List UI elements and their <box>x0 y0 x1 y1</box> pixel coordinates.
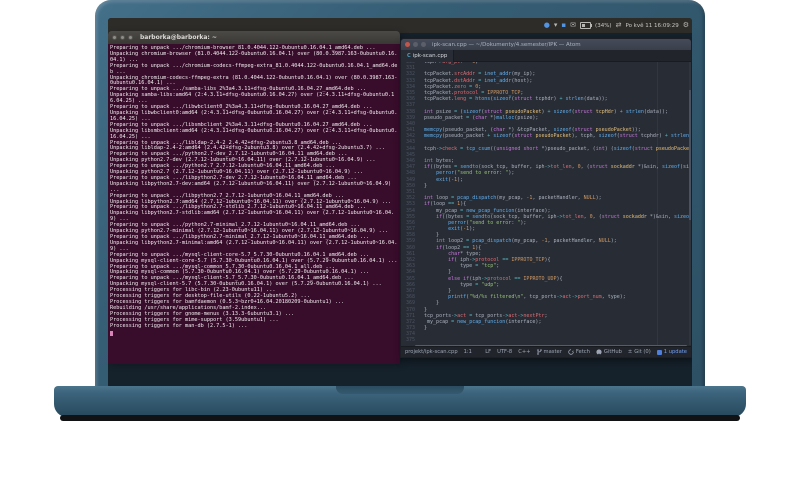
laptop-base <box>54 386 746 417</box>
status-fetch-button[interactable]: Fetch <box>568 349 590 355</box>
status-file-path[interactable]: projekt/ipk-scan.cpp <box>405 349 458 355</box>
status-updates-button[interactable]: 1 update <box>656 349 687 355</box>
sync-arrows-icon[interactable]: ⇄ <box>616 22 622 29</box>
cpp-file-icon: C <box>407 53 411 59</box>
terminal-line: Unpacking libpython2.7-minimal:amd64 (2.… <box>110 239 398 252</box>
terminal-line: Unpacking libwbclient0:amd64 (2:4.3.11+d… <box>110 109 398 122</box>
atom-tab-bar: C ipk-scan.cpp <box>401 50 691 62</box>
atom-maximize-button[interactable] <box>421 42 426 47</box>
terminal-close-button[interactable] <box>112 35 117 40</box>
terminal-line: Unpacking libpython2.7-dev:amd64 (2.7.12… <box>110 180 395 193</box>
terminal-window: barborka@barborka: ~ Preparing to unpack… <box>108 31 400 364</box>
vertical-scrollbar-thumb[interactable] <box>689 90 691 220</box>
update-package-icon <box>656 349 662 355</box>
terminal-cursor <box>110 330 113 336</box>
gear-icon[interactable]: ⚙ <box>683 22 689 29</box>
mail-icon[interactable]: ✉ <box>570 22 576 29</box>
atom-window: ipk-scan.cpp — ~/Dokumenty/4.semester/IP… <box>400 38 692 358</box>
status-encoding[interactable]: UTF-8 <box>497 349 512 355</box>
status-git-changes[interactable]: ± Git (0) <box>628 349 651 355</box>
atom-close-button[interactable] <box>405 42 410 47</box>
battery-percent: (34%) <box>595 22 612 29</box>
messaging-icon[interactable]: ▪ <box>561 22 566 29</box>
atom-window-title: ipk-scan.cpp — ~/Dokumenty/4.semester/IP… <box>432 41 581 48</box>
terminal-titlebar[interactable]: barborka@barborka: ~ <box>108 31 400 44</box>
tab-ipk-scan[interactable]: C ipk-scan.cpp <box>401 50 455 62</box>
terminal-line: Unpacking chromium-browser (81.0.4044.12… <box>110 50 398 63</box>
terminal-maximize-button[interactable] <box>128 35 133 40</box>
laptop-lid-frame: ● ▾ ▪ ✉ (34%) ⇄ Po kvě 11 16:09:29 ⚙ bar… <box>95 0 705 392</box>
line-number: 375 <box>405 337 415 344</box>
atom-status-bar: projekt/ipk-scan.cpp 1:1 LF UTF-8 C++ ma… <box>401 346 691 357</box>
status-github-button[interactable]: GitHub <box>596 349 622 355</box>
laptop-bottom-edge <box>60 415 740 421</box>
vertical-scrollbar[interactable] <box>689 62 691 345</box>
terminal-minimize-button[interactable] <box>120 35 125 40</box>
status-cursor-position[interactable]: 1:1 <box>464 349 472 355</box>
line-number-gutter: 330 331 332 333 334 335 336 337 338 339 340 341 342 3… <box>401 62 415 344</box>
clock[interactable]: Po kvě 11 16:09:29 <box>625 23 678 29</box>
terminal-title: barborka@barborka: ~ <box>140 34 217 41</box>
status-git-branch[interactable]: master <box>536 349 562 355</box>
status-grammar[interactable]: C++ <box>518 349 530 355</box>
git-diff-icon: ± <box>627 349 633 355</box>
volume-icon[interactable]: ▾ <box>554 22 558 29</box>
code-line: tcph->check = tcp_csum((unsigned short *… <box>418 145 691 152</box>
refresh-icon <box>568 349 574 355</box>
terminal-output[interactable]: Preparing to unpack .../chromium-browser… <box>108 44 400 364</box>
terminal-lines: Preparing to unpack .../chromium-browser… <box>110 45 398 330</box>
terminal-line: Processing triggers for man-db (2.7.5-1)… <box>110 322 248 329</box>
code-area: tcph->urg_ptr = 0; tcpPacket.srcAddr = i… <box>418 62 691 344</box>
atom-titlebar[interactable]: ipk-scan.cpp — ~/Dokumenty/4.semester/IP… <box>401 39 691 50</box>
system-tray: ● ▾ ▪ ✉ (34%) ⇄ Po kvě 11 16:09:29 ⚙ <box>544 18 689 33</box>
laptop-mockup: ● ▾ ▪ ✉ (34%) ⇄ Po kvě 11 16:09:29 ⚙ bar… <box>0 0 800 477</box>
atom-minimize-button[interactable] <box>413 42 418 47</box>
app-indicator-icon[interactable]: ● <box>544 22 550 29</box>
github-icon <box>596 349 602 355</box>
screen-desktop: ● ▾ ▪ ✉ (34%) ⇄ Po kvě 11 16:09:29 ⚙ bar… <box>108 18 692 388</box>
code-line: memcpy(pseudo_packet + sizeof(struct pse… <box>424 133 691 140</box>
code-editor[interactable]: 330 331 332 333 334 335 336 337 338 339 340 341 342 3… <box>401 62 691 345</box>
branch-icon <box>536 349 542 355</box>
terminal-line: Unpacking libsmbclient:amd64 (2:4.3.11+d… <box>110 127 398 140</box>
status-line-ending[interactable]: LF <box>485 349 491 355</box>
laptop-base-notch <box>336 386 464 394</box>
tab-label: ipk-scan.cpp <box>412 53 448 59</box>
battery-icon[interactable] <box>580 22 593 29</box>
terminal-line: Preparing to unpack .../chromium-codecs-… <box>110 62 398 75</box>
